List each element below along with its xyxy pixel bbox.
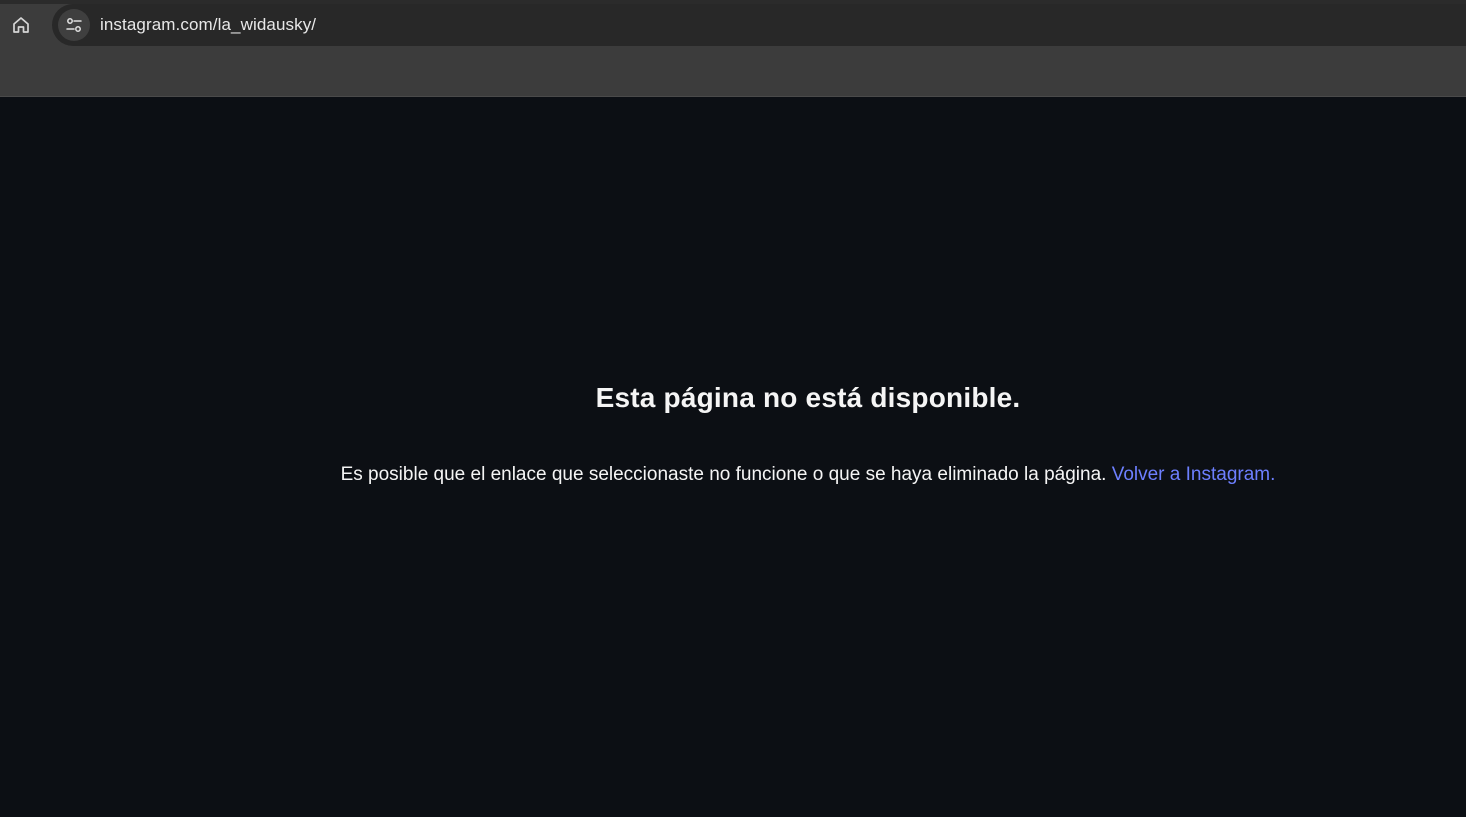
address-bar[interactable]: instagram.com/la_widausky/ [52,4,1466,46]
error-message-text: Es posible que el enlace que seleccionas… [340,464,1107,485]
tune-icon [66,18,82,32]
site-info-button[interactable] [58,9,90,41]
home-button[interactable] [6,10,36,40]
back-to-instagram-link[interactable]: Volver a Instagram. [1112,464,1276,485]
browser-toolbar: instagram.com/la_widausky/ [0,0,1466,97]
url-text[interactable]: instagram.com/la_widausky/ [100,15,316,35]
page-title: Esta página no está disponible. [595,382,1021,413]
error-message: Es posible que el enlace que seleccionas… [0,464,1466,486]
page-content: Esta página no está disponible. Es posib… [0,97,1466,817]
home-icon [13,17,29,33]
